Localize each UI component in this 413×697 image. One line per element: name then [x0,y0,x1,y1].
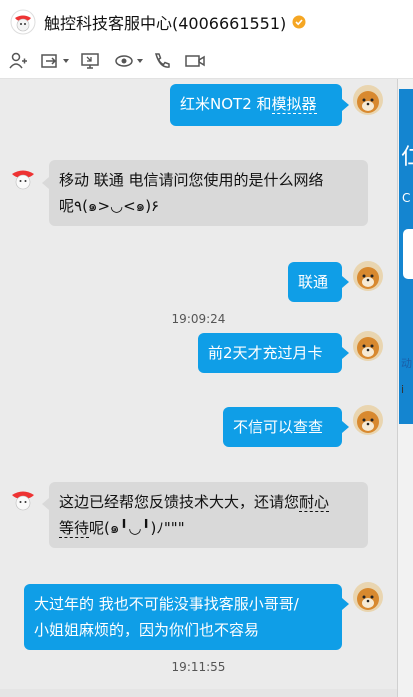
side-panel-label: i [401,383,405,396]
message-bubble-sent[interactable]: 红米NOT2 和模拟器 [170,84,342,126]
side-banner[interactable]: 仁 C [399,89,413,424]
remote-assist-icon[interactable] [114,51,143,71]
user-avatar[interactable] [353,582,383,612]
message-bubble-sent[interactable]: 前2天才充过月卡 [198,333,342,373]
message-text-link[interactable]: 耐心 [299,493,330,512]
message-bubble-sent[interactable]: 不信可以查查 [223,407,342,447]
message-text: 大过年的 我也不可能没事找客服小哥哥/ [34,595,299,613]
side-panel[interactable]: 仁 C 动 i [397,79,413,697]
service-logo-icon [10,9,36,35]
transfer-file-icon[interactable] [40,51,69,71]
side-banner-glyph: 仁 [401,139,413,171]
verified-badge-icon [292,14,306,29]
message-text: 呢٩(๑>◡<๑)۶ [59,197,160,215]
chat-title: 触控科技客服中心(4006661551) [44,14,287,33]
chat-toolbar [0,44,413,79]
message-text: 呢(๑╹◡╹)ﾉ""" [89,519,185,537]
timestamp: 19:09:24 [171,312,226,326]
user-avatar[interactable] [353,85,383,115]
service-avatar[interactable] [8,163,38,193]
service-avatar[interactable] [8,484,38,514]
message-text: 小姐姐麻烦的，因为你们也不容易 [34,621,260,639]
user-avatar[interactable] [353,261,383,291]
message-text: 不信可以查查 [233,418,324,436]
message-bubble-sent[interactable]: 大过年的 我也不可能没事找客服小哥哥/ 小姐姐麻烦的，因为你们也不容易 [24,584,342,650]
chevron-down-icon[interactable] [63,59,69,63]
message-text-link[interactable]: 等待 [59,519,90,538]
message-bubble-received[interactable]: 移动 联通 电信请问您使用的是什么网络 呢٩(๑>◡<๑)۶ [49,160,368,226]
message-text-link[interactable]: 模拟器 [271,95,317,114]
add-contact-icon[interactable] [8,51,28,71]
message-text: 红米NOT2 和 [180,95,272,113]
video-call-icon[interactable] [184,51,206,71]
timestamp: 19:11:55 [171,660,226,674]
message-text: 移动 联通 电信请问您使用的是什么网络 [59,171,324,189]
user-avatar[interactable] [353,405,383,435]
message-bubble-received[interactable]: 这边已经帮您反馈技术大大，还请您耐心 等待呢(๑╹◡╹)ﾉ""" [49,482,368,548]
side-banner-image [403,229,413,279]
side-banner-glyph: C [402,191,411,205]
side-panel-label[interactable]: 动 [401,355,412,371]
voice-call-icon[interactable] [152,51,172,71]
chat-history[interactable]: 红米NOT2 和模拟器 移动 联通 电信请问您使用的是什么网络 呢٩(๑>◡<๑… [0,79,397,697]
message-text: 前2天才充过月卡 [208,344,323,362]
message-text: 这边已经帮您反馈技术大大，还请您 [59,493,300,511]
message-bubble-sent[interactable]: 联通 [288,262,342,302]
chevron-down-icon[interactable] [137,59,143,63]
message-text: 联通 [298,273,329,291]
input-toolbar[interactable] [0,689,397,697]
user-avatar[interactable] [353,331,383,361]
title-bar: 触控科技客服中心(4006661551) [0,0,413,44]
screen-share-icon[interactable] [80,51,100,71]
